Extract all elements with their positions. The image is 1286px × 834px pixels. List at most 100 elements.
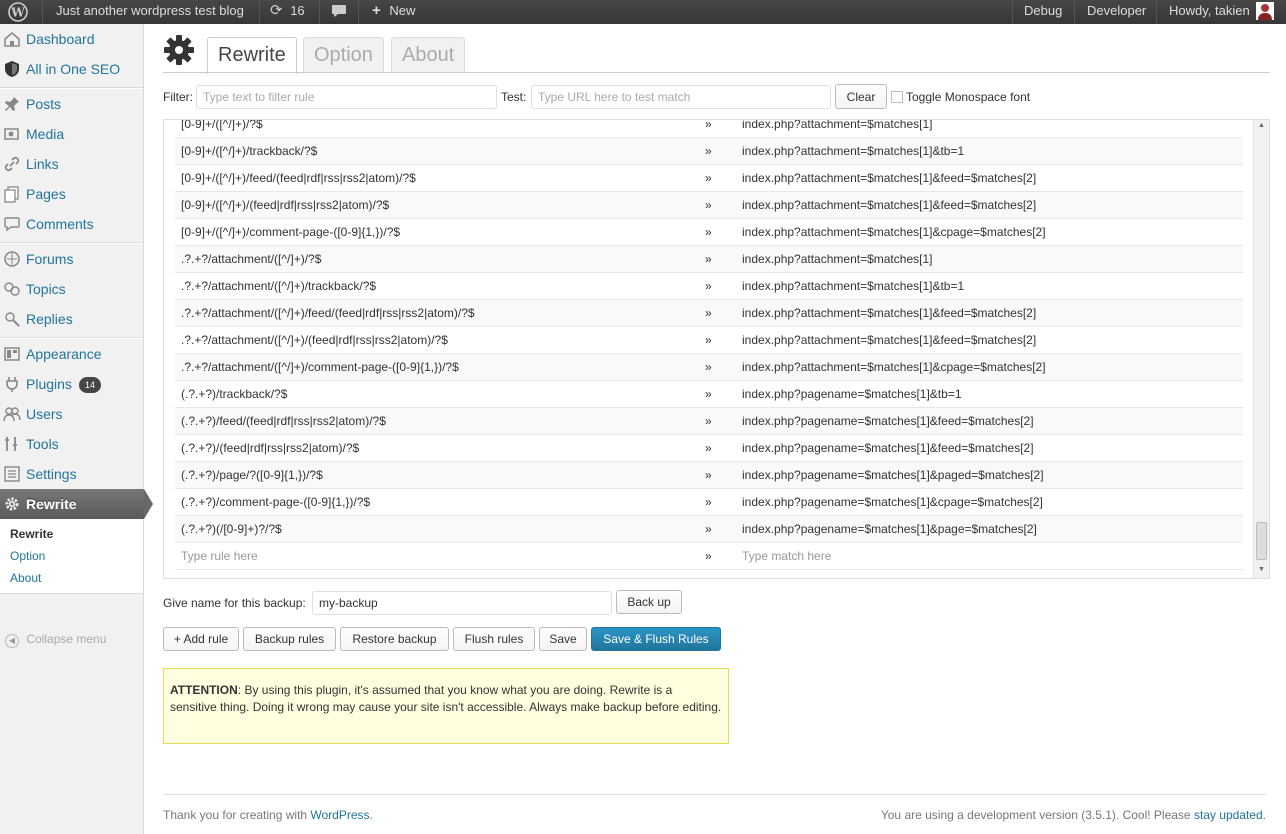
rule-match[interactable]: index.php?pagename=$matches[1]&feed=$mat… bbox=[742, 414, 1034, 428]
wordpress-link[interactable]: WordPress bbox=[310, 808, 369, 822]
avatar[interactable] bbox=[1256, 2, 1274, 26]
rule-match[interactable]: index.php?attachment=$matches[1] bbox=[742, 120, 932, 131]
rule-pattern[interactable]: .?.+?/attachment/([^/]+)/feed/(feed|rdf|… bbox=[181, 306, 475, 320]
scroll-down-arrow-icon[interactable]: ▼ bbox=[1258, 566, 1265, 573]
monospace-checkbox[interactable] bbox=[891, 91, 903, 103]
sidebar-item-all-in-one-seo[interactable]: All in One SEO bbox=[0, 54, 143, 84]
rule-row[interactable]: (.?.+?)/comment-page-([0-9]{1,})/?$ » inde… bbox=[175, 489, 1243, 516]
sidebar-item-replies[interactable]: Replies bbox=[0, 304, 143, 334]
sidebar-item-pages[interactable]: Pages bbox=[0, 179, 143, 209]
add-rule-button[interactable]: + Add rule bbox=[163, 627, 239, 651]
updates-link[interactable]: ⟳ 16 bbox=[270, 0, 305, 24]
submenu-item-rewrite[interactable]: Rewrite bbox=[10, 527, 53, 541]
rule-row[interactable]: .?.+?/attachment/([^/]+)/feed/(feed|rdf|… bbox=[175, 300, 1243, 327]
restore-backup-button[interactable]: Restore backup bbox=[340, 627, 449, 651]
rule-pattern[interactable]: (.?.+?)/page/?([0-9]{1,})/?$ bbox=[181, 468, 323, 482]
rule-row[interactable]: .?.+?/attachment/([^/]+)/comment-page-([… bbox=[175, 354, 1243, 381]
tab-option[interactable]: Option bbox=[303, 37, 384, 73]
new-rule-row[interactable]: Type rule here » Type match here bbox=[175, 543, 1243, 570]
filter-input[interactable] bbox=[196, 85, 497, 109]
rule-pattern[interactable]: (.?.+?)/feed/(feed|rdf|rss|rss2|atom)/?$ bbox=[181, 414, 386, 428]
rule-row[interactable]: [0-9]+/([^/]+)/comment-page-([0-9]{1,})/… bbox=[175, 219, 1243, 246]
rule-row[interactable]: (.?.+?)/(feed|rdf|rss|rss2|atom)/?$ » inde… bbox=[175, 435, 1243, 462]
developer-link[interactable]: Developer bbox=[1087, 0, 1146, 24]
rule-match[interactable]: index.php?attachment=$matches[1]&feed=$m… bbox=[742, 198, 1036, 212]
rule-pattern[interactable]: (.?.+?)/(feed|rdf|rss|rss2|atom)/?$ bbox=[181, 441, 359, 455]
test-url-input[interactable] bbox=[531, 85, 831, 109]
rule-row[interactable]: [0-9]+/([^/]+)/?$ » index.php?attachment=$… bbox=[175, 120, 1243, 138]
sidebar-item-tools[interactable]: Tools bbox=[0, 429, 143, 459]
rule-row[interactable]: .?.+?/attachment/([^/]+)/(feed|rdf|rss|r… bbox=[175, 327, 1243, 354]
rule-match[interactable]: index.php?attachment=$matches[1]&tb=1 bbox=[742, 279, 964, 293]
collapse-menu-button[interactable]: ◀ Collapse menu bbox=[5, 632, 106, 648]
rules-scrollbar[interactable]: ▲ ▼ bbox=[1253, 120, 1269, 578]
sidebar-item-users[interactable]: Users bbox=[0, 399, 143, 429]
rule-pattern[interactable]: [0-9]+/([^/]+)/feed/(feed|rdf|rss|rss2|a… bbox=[181, 171, 416, 185]
rule-pattern[interactable]: [0-9]+/([^/]+)/?$ bbox=[181, 120, 263, 131]
flush-rules-button[interactable]: Flush rules bbox=[453, 627, 535, 651]
back-up-button[interactable]: Back up bbox=[616, 590, 682, 614]
backup-name-input[interactable] bbox=[312, 591, 612, 615]
rule-pattern[interactable]: .?.+?/attachment/([^/]+)/trackback/?$ bbox=[181, 279, 376, 293]
rule-match[interactable]: index.php?pagename=$matches[1]&paged=$ma… bbox=[742, 468, 1044, 482]
sidebar-item-appearance[interactable]: Appearance bbox=[0, 339, 143, 369]
debug-link[interactable]: Debug bbox=[1024, 0, 1062, 24]
rule-row[interactable]: (.?.+?)/feed/(feed|rdf|rss|rss2|atom)/?$… bbox=[175, 408, 1243, 435]
site-name-link[interactable]: Just another wordpress test blog bbox=[56, 0, 244, 24]
rule-pattern[interactable]: .?.+?/attachment/([^/]+)/?$ bbox=[181, 252, 321, 266]
rule-match[interactable]: index.php?attachment=$matches[1]&feed=$m… bbox=[742, 333, 1036, 347]
rule-pattern[interactable]: .?.+?/attachment/([^/]+)/(feed|rdf|rss|r… bbox=[181, 333, 448, 347]
rule-row[interactable]: [0-9]+/([^/]+)/(feed|rdf|rss|rss2|atom)/… bbox=[175, 192, 1243, 219]
sidebar-item-dashboard[interactable]: Dashboard bbox=[0, 24, 143, 54]
submenu-item-about[interactable]: About bbox=[10, 571, 41, 585]
rule-match[interactable]: index.php?attachment=$matches[1]&tb=1 bbox=[742, 144, 964, 158]
new-content-link[interactable]: + New bbox=[372, 0, 415, 24]
new-rule-input[interactable]: Type rule here bbox=[181, 549, 258, 563]
submenu-item-option[interactable]: Option bbox=[10, 549, 45, 563]
rule-match[interactable]: index.php?attachment=$matches[1]&feed=$m… bbox=[742, 306, 1036, 320]
rule-match[interactable]: index.php?pagename=$matches[1]&cpage=$ma… bbox=[742, 495, 1043, 509]
save-button[interactable]: Save bbox=[539, 627, 587, 651]
rule-match[interactable]: index.php?attachment=$matches[1] bbox=[742, 252, 932, 266]
rule-row[interactable]: [0-9]+/([^/]+)/feed/(feed|rdf|rss|rss2|a… bbox=[175, 165, 1243, 192]
save-flush-rules-button[interactable]: Save & Flush Rules bbox=[591, 627, 721, 651]
comments-bubble-icon[interactable] bbox=[331, 3, 347, 27]
howdy-user-link[interactable]: Howdy, takien bbox=[1169, 0, 1250, 24]
rule-match[interactable]: index.php?pagename=$matches[1]&page=$mat… bbox=[742, 522, 1037, 536]
sidebar-item-settings[interactable]: Settings bbox=[0, 459, 143, 489]
rule-pattern[interactable]: [0-9]+/([^/]+)/(feed|rdf|rss|rss2|atom)/… bbox=[181, 198, 389, 212]
clear-button[interactable]: Clear bbox=[835, 84, 887, 109]
sidebar-item-forums[interactable]: Forums bbox=[0, 244, 143, 274]
rule-pattern[interactable]: [0-9]+/([^/]+)/trackback/?$ bbox=[181, 144, 317, 158]
backup-rules-button[interactable]: Backup rules bbox=[243, 627, 336, 651]
rule-row[interactable]: [0-9]+/([^/]+)/trackback/?$ » index.php?at… bbox=[175, 138, 1243, 165]
rule-match[interactable]: index.php?pagename=$matches[1]&feed=$mat… bbox=[742, 441, 1034, 455]
new-match-input[interactable]: Type match here bbox=[742, 549, 831, 563]
rule-pattern[interactable]: (.?.+?)/comment-page-([0-9]{1,})/?$ bbox=[181, 495, 370, 509]
scroll-up-arrow-icon[interactable]: ▲ bbox=[1258, 122, 1265, 129]
rule-match[interactable]: index.php?pagename=$matches[1]&tb=1 bbox=[742, 387, 962, 401]
tab-about[interactable]: About bbox=[391, 37, 466, 73]
stay-updated-link[interactable]: stay updated bbox=[1194, 808, 1263, 822]
rule-row[interactable]: .?.+?/attachment/([^/]+)/trackback/?$ » in… bbox=[175, 273, 1243, 300]
sidebar-item-rewrite[interactable]: Rewrite bbox=[0, 489, 153, 519]
sidebar-item-media[interactable]: Media bbox=[0, 119, 143, 149]
tab-rewrite[interactable]: Rewrite bbox=[207, 37, 297, 74]
rule-match[interactable]: index.php?attachment=$matches[1]&cpage=$… bbox=[742, 225, 1046, 239]
sidebar-item-plugins[interactable]: Plugins 14 bbox=[0, 369, 143, 399]
sidebar-item-topics[interactable]: Topics bbox=[0, 274, 143, 304]
sidebar-item-posts[interactable]: Posts bbox=[0, 89, 143, 119]
scrollbar-thumb[interactable] bbox=[1256, 522, 1267, 560]
rule-match[interactable]: index.php?attachment=$matches[1]&feed=$m… bbox=[742, 171, 1036, 185]
rule-row[interactable]: (.?.+?)/page/?([0-9]{1,})/?$ » index.php?p… bbox=[175, 462, 1243, 489]
rule-pattern[interactable]: (.?.+?)/trackback/?$ bbox=[181, 387, 287, 401]
rule-pattern[interactable]: .?.+?/attachment/([^/]+)/comment-page-([… bbox=[181, 360, 459, 374]
rule-row[interactable]: .?.+?/attachment/([^/]+)/?$ » index.php?at… bbox=[175, 246, 1243, 273]
sidebar-item-links[interactable]: Links bbox=[0, 149, 143, 179]
rule-pattern[interactable]: (.?.+?)(/[0-9]+)?/?$ bbox=[181, 522, 282, 536]
rule-match[interactable]: index.php?attachment=$matches[1]&cpage=$… bbox=[742, 360, 1046, 374]
rule-row[interactable]: (.?.+?)(/[0-9]+)?/?$ » index.php?pagename=… bbox=[175, 516, 1243, 543]
sidebar-item-comments[interactable]: Comments bbox=[0, 209, 143, 239]
wordpress-logo-icon[interactable]: W bbox=[8, 2, 28, 26]
rule-pattern[interactable]: [0-9]+/([^/]+)/comment-page-([0-9]{1,})/… bbox=[181, 225, 400, 239]
